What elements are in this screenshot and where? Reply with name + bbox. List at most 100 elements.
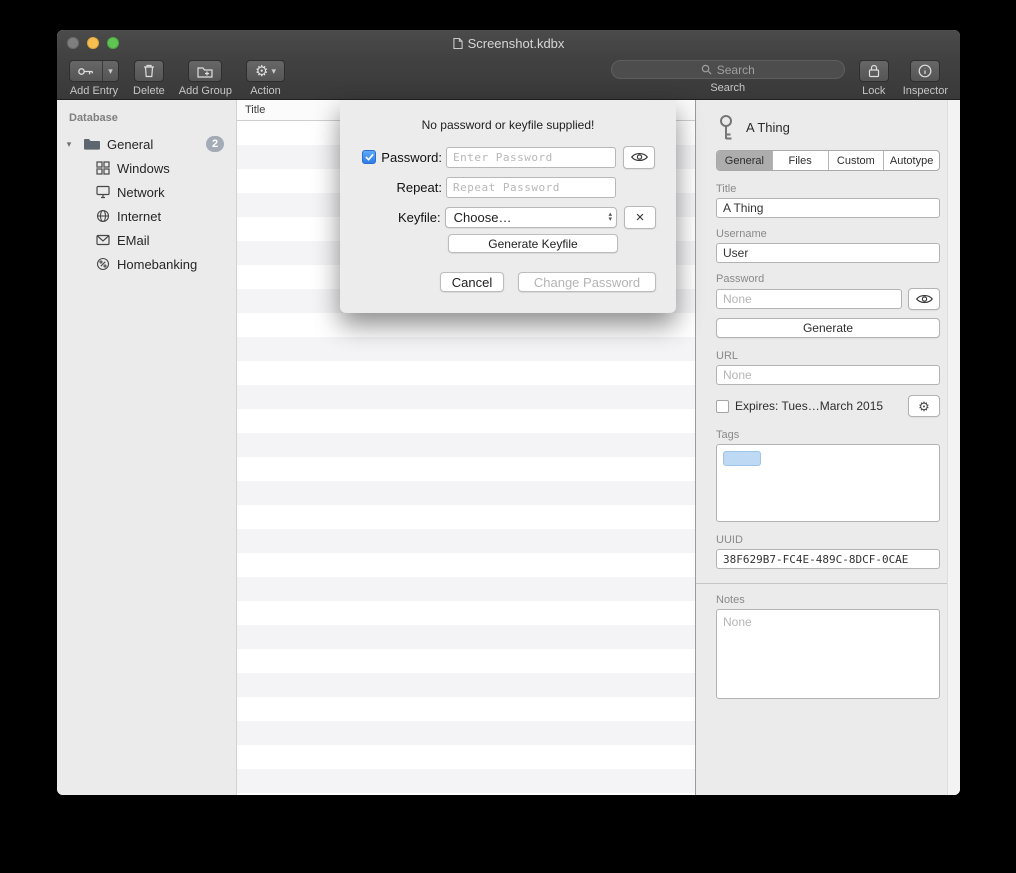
delete-button[interactable] [134, 60, 164, 82]
uuid-field[interactable] [716, 549, 940, 569]
key-icon [716, 114, 736, 141]
sidebar-section-header: Database [57, 100, 236, 132]
reveal-password-button[interactable] [908, 288, 940, 310]
repeat-password-input[interactable] [446, 177, 616, 198]
inspector-button[interactable] [910, 60, 940, 82]
window-title-text: Screenshot.kdbx [468, 36, 565, 51]
percent-coin-icon [96, 257, 110, 271]
tab-files[interactable]: Files [773, 151, 829, 170]
keyfile-row: Keyfile: Choose… ▴ ▾ × [360, 206, 656, 228]
group-label: Homebanking [117, 257, 197, 272]
cancel-label: Cancel [452, 275, 492, 290]
scrollbar-track[interactable] [947, 100, 960, 795]
expires-checkbox[interactable] [716, 400, 729, 413]
tab-autotype[interactable]: Autotype [884, 151, 939, 170]
password-sheet: No password or keyfile supplied! Passwor… [340, 100, 676, 313]
repeat-row: Repeat: [360, 176, 656, 198]
add-entry-label: Add Entry [70, 85, 118, 97]
username-field-label: Username [716, 228, 940, 240]
keyfile-popup-value: Choose… [454, 210, 512, 225]
url-field-label: URL [716, 350, 940, 362]
titlebar: Screenshot.kdbx [57, 30, 960, 56]
lock-button[interactable] [859, 60, 889, 82]
group-badge: 2 [206, 136, 224, 152]
generate-keyfile-label: Generate Keyfile [488, 237, 577, 251]
sidebar-item-internet[interactable]: Internet [57, 204, 236, 228]
search-toolbar-label: Search [710, 82, 745, 94]
minimize-button[interactable] [87, 37, 99, 49]
password-field[interactable] [716, 289, 902, 309]
gear-icon: ⚙ [255, 64, 268, 79]
tags-box[interactable] [716, 444, 940, 522]
lock-label: Lock [862, 85, 885, 97]
document-icon [453, 37, 463, 50]
tag-chip[interactable] [723, 451, 761, 466]
sidebar-item-email[interactable]: EMail [57, 228, 236, 252]
username-field[interactable] [716, 243, 940, 263]
expires-label: Expires: Tues…March 2015 [735, 399, 883, 413]
info-icon [918, 64, 932, 78]
add-group-group: Add Group [179, 60, 232, 97]
password-label: Password: [381, 150, 442, 165]
title-field-label: Title [716, 183, 940, 195]
traffic-lights [67, 37, 119, 49]
password-field-row [716, 288, 940, 310]
generate-password-button[interactable]: Generate [716, 318, 940, 338]
sidebar-item-windows[interactable]: Windows [57, 156, 236, 180]
keyfile-popup[interactable]: Choose… ▴ ▾ [445, 207, 617, 228]
change-password-button[interactable]: Change Password [518, 272, 656, 292]
add-entry-button[interactable]: ▾ [69, 60, 119, 82]
toolbar: ▾ Add Entry Delete Add Group ⚙ ▾ Action [57, 56, 960, 100]
generate-label: Generate [803, 321, 853, 335]
group-label: Network [117, 185, 165, 200]
url-field[interactable] [716, 365, 940, 385]
action-button[interactable]: ⚙ ▾ [246, 60, 285, 82]
tags-label: Tags [716, 429, 940, 441]
lock-icon [868, 64, 880, 78]
eye-icon [631, 151, 648, 163]
search-placeholder: Search [717, 63, 755, 77]
search-input[interactable]: Search [611, 60, 845, 79]
window-title: Screenshot.kdbx [453, 36, 565, 51]
expires-settings-button[interactable]: ⚙ [908, 395, 940, 417]
disclosure-triangle-icon[interactable]: ▾ [63, 139, 75, 150]
popup-chevrons-icon: ▴ ▾ [608, 212, 612, 222]
search-group: Search Search [611, 60, 845, 94]
sidebar: Database ▾ General 2 Windows Network [57, 100, 237, 795]
password-checkbox[interactable] [362, 150, 376, 164]
clear-keyfile-button[interactable]: × [624, 206, 656, 229]
entry-title: A Thing [746, 120, 790, 135]
add-group-label: Add Group [179, 85, 232, 97]
sidebar-item-network[interactable]: Network [57, 180, 236, 204]
keyfile-label: Keyfile: [398, 210, 441, 225]
eye-icon [916, 293, 933, 305]
globe-icon [96, 209, 110, 223]
trash-icon [143, 64, 155, 78]
cancel-button[interactable]: Cancel [440, 272, 504, 292]
expires-row: Expires: Tues…March 2015 ⚙ [716, 395, 940, 417]
network-icon [96, 185, 110, 199]
close-button[interactable] [67, 37, 79, 49]
password-input[interactable] [446, 147, 616, 168]
envelope-icon [96, 233, 110, 247]
tab-general[interactable]: General [717, 151, 773, 170]
notes-field[interactable] [716, 609, 940, 699]
group-label: EMail [117, 233, 150, 248]
uuid-label: UUID [716, 534, 940, 546]
action-dropdown-chevron: ▾ [271, 66, 276, 77]
add-group-button[interactable] [188, 60, 222, 82]
title-field[interactable] [716, 198, 940, 218]
add-entry-dropdown[interactable]: ▾ [103, 66, 118, 77]
reveal-password-button[interactable] [623, 146, 655, 169]
tab-custom[interactable]: Custom [829, 151, 885, 170]
folder-icon [84, 138, 100, 150]
sidebar-item-general[interactable]: ▾ General 2 [57, 132, 236, 156]
inspector-panel: A Thing General Files Custom Autotype Ti… [695, 100, 960, 795]
zoom-button[interactable] [107, 37, 119, 49]
generate-keyfile-button[interactable]: Generate Keyfile [448, 234, 618, 253]
sidebar-item-homebanking[interactable]: Homebanking [57, 252, 236, 276]
lock-group: Lock [859, 60, 889, 97]
password-field-label: Password [716, 273, 940, 285]
chevron-down-icon: ▾ [608, 217, 612, 222]
notes-divider [696, 583, 960, 584]
